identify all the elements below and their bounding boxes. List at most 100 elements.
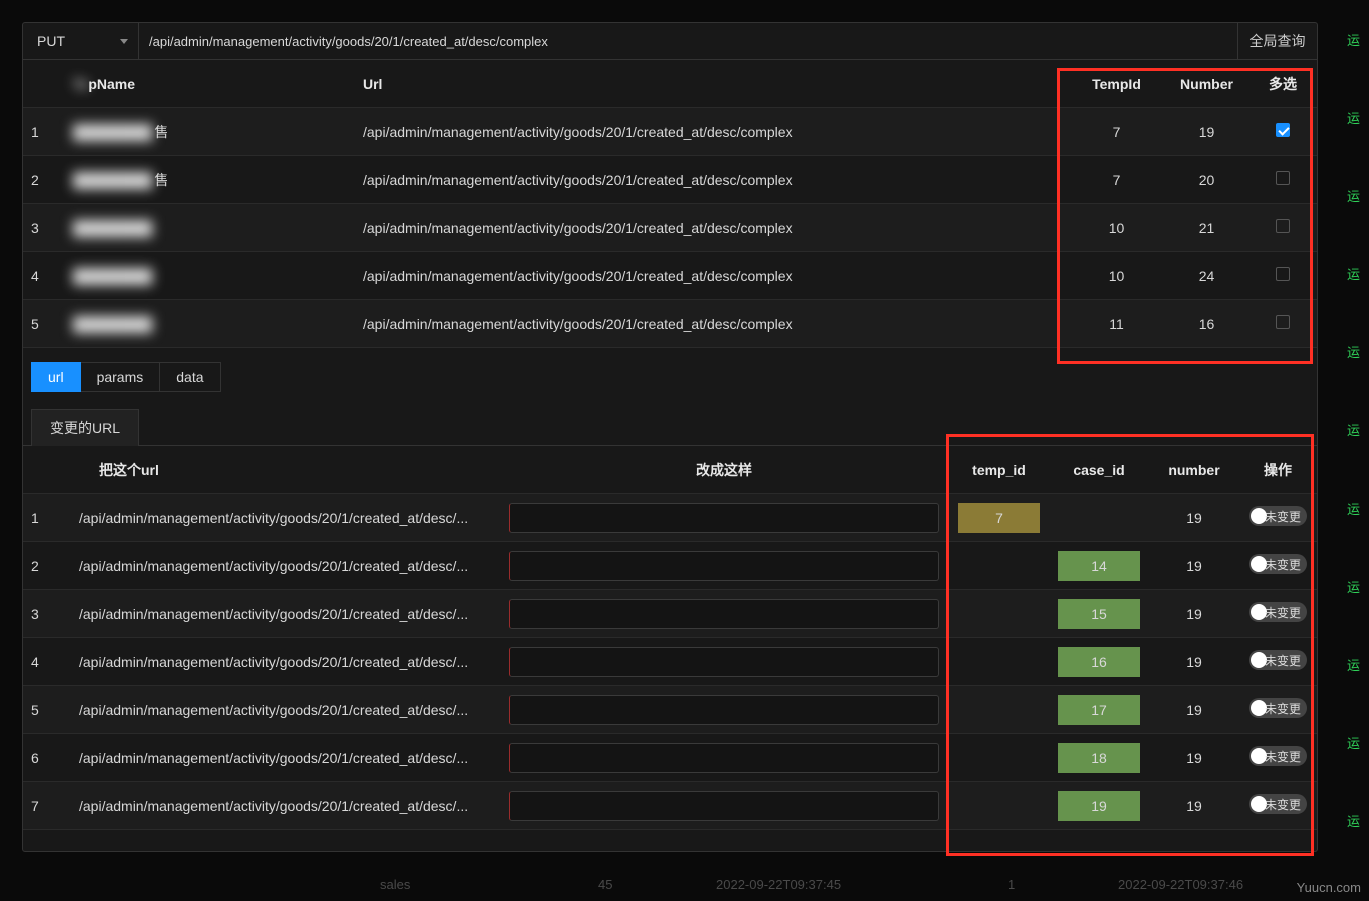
side-run-label: 运 — [1341, 108, 1369, 127]
bg-col-sales: sales — [380, 877, 410, 892]
row-index: 1 — [23, 510, 79, 526]
side-run-label: 运 — [1341, 577, 1369, 596]
tempid-cell: 7 — [958, 503, 1040, 533]
table-header: TepName Url TempId Number 多选 — [23, 60, 1317, 108]
bg-col-time2: 2022-09-22T09:37:46 — [1118, 877, 1243, 892]
col-tempid: TempId — [1069, 76, 1164, 92]
change-to-input[interactable] — [509, 695, 939, 725]
row-source-url: /api/admin/management/activity/goods/20/… — [79, 558, 509, 574]
row-index: 4 — [23, 268, 73, 284]
row-number: 20 — [1164, 172, 1249, 188]
change-to-input[interactable] — [509, 647, 939, 677]
change-switch[interactable]: 未变更 — [1249, 794, 1307, 814]
row-number: 19 — [1164, 124, 1249, 140]
tab-data[interactable]: data — [160, 362, 220, 392]
method-value: PUT — [37, 33, 65, 49]
row-name: ████████ — [73, 316, 363, 332]
side-run-label: 运 — [1341, 186, 1369, 205]
change-switch[interactable]: 未变更 — [1249, 554, 1307, 574]
caseid-cell: 19 — [1058, 791, 1140, 821]
change-switch[interactable]: 未变更 — [1249, 746, 1307, 766]
main-panel: PUT 全局查询 TepName Url TempId Number 多选 1█… — [22, 22, 1318, 852]
chevron-down-icon — [120, 39, 128, 44]
change-switch[interactable]: 未变更 — [1249, 506, 1307, 526]
row-name: ████████售 — [73, 122, 363, 142]
col-multi: 多选 — [1249, 74, 1317, 94]
change-to-input[interactable] — [509, 551, 939, 581]
row-name: ████████ — [73, 268, 363, 284]
bg-col-flag: 1 — [1008, 877, 1015, 892]
side-run-label: 运 — [1341, 733, 1369, 752]
side-run-label: 运 — [1341, 499, 1369, 518]
side-run-label: 运 — [1341, 655, 1369, 674]
col-caseid: case_id — [1049, 462, 1149, 478]
caseid-cell: 14 — [1058, 551, 1140, 581]
sub-tabs: 变更的URL — [23, 408, 1317, 446]
table-row[interactable]: 5████████/api/admin/management/activity/… — [23, 300, 1317, 348]
row-number: 19 — [1149, 750, 1239, 766]
row-source-url: /api/admin/management/activity/goods/20/… — [79, 606, 509, 622]
row-url: /api/admin/management/activity/goods/20/… — [363, 268, 1069, 284]
row-index: 1 — [23, 124, 73, 140]
table-row: 3/api/admin/management/activity/goods/20… — [23, 590, 1317, 638]
row-source-url: /api/admin/management/activity/goods/20/… — [79, 702, 509, 718]
table-row: 1/api/admin/management/activity/goods/20… — [23, 494, 1317, 542]
row-index: 2 — [23, 558, 79, 574]
row-checkbox[interactable] — [1276, 219, 1290, 233]
caseid-cell: 16 — [1058, 647, 1140, 677]
row-checkbox[interactable] — [1276, 315, 1290, 329]
table-row: 2/api/admin/management/activity/goods/20… — [23, 542, 1317, 590]
sub-tab-changed-url[interactable]: 变更的URL — [31, 409, 139, 446]
change-to-input[interactable] — [509, 791, 939, 821]
row-index: 5 — [23, 316, 73, 332]
row-index: 6 — [23, 750, 79, 766]
table-row: 6/api/admin/management/activity/goods/20… — [23, 734, 1317, 782]
row-source-url: /api/admin/management/activity/goods/20/… — [79, 510, 509, 526]
change-to-input[interactable] — [509, 599, 939, 629]
background-row: sales 45 2022-09-22T09:37:45 1 2022-09-2… — [0, 867, 1369, 901]
row-index: 5 — [23, 702, 79, 718]
row-checkbox[interactable] — [1276, 123, 1290, 137]
col-number: number — [1149, 462, 1239, 478]
col-url: Url — [363, 76, 1069, 92]
tab-url[interactable]: url — [31, 362, 81, 392]
results-table: TepName Url TempId Number 多选 1████████售/… — [23, 60, 1317, 348]
change-to-input[interactable] — [509, 503, 939, 533]
row-index: 3 — [23, 220, 73, 236]
bg-col-time1: 2022-09-22T09:37:45 — [716, 877, 841, 892]
tab-params[interactable]: params — [81, 362, 161, 392]
change-to-input[interactable] — [509, 743, 939, 773]
row-index: 3 — [23, 606, 79, 622]
row-url: /api/admin/management/activity/goods/20/… — [363, 220, 1069, 236]
request-bar: PUT 全局查询 — [23, 23, 1317, 60]
row-tempid: 10 — [1069, 268, 1164, 284]
caseid-cell: 15 — [1058, 599, 1140, 629]
tab-group: url params data — [31, 362, 1317, 392]
changes-table: 把这个url 改成这样 temp_id case_id number 操作 1/… — [23, 446, 1317, 830]
row-number: 19 — [1149, 606, 1239, 622]
row-number: 21 — [1164, 220, 1249, 236]
table-header: 把这个url 改成这样 temp_id case_id number 操作 — [23, 446, 1317, 494]
change-switch[interactable]: 未变更 — [1249, 602, 1307, 622]
col-number: Number — [1164, 76, 1249, 92]
row-checkbox[interactable] — [1276, 171, 1290, 185]
row-checkbox[interactable] — [1276, 267, 1290, 281]
table-row[interactable]: 1████████售/api/admin/management/activity… — [23, 108, 1317, 156]
row-name: ████████ — [73, 220, 363, 236]
table-row[interactable]: 2████████售/api/admin/management/activity… — [23, 156, 1317, 204]
col-op: 操作 — [1239, 460, 1317, 480]
table-row: 5/api/admin/management/activity/goods/20… — [23, 686, 1317, 734]
row-source-url: /api/admin/management/activity/goods/20/… — [79, 798, 509, 814]
row-number: 19 — [1149, 702, 1239, 718]
url-input[interactable] — [139, 23, 1237, 59]
row-number: 19 — [1149, 654, 1239, 670]
method-select[interactable]: PUT — [23, 23, 139, 59]
global-search-button[interactable]: 全局查询 — [1237, 23, 1317, 59]
table-row[interactable]: 3████████/api/admin/management/activity/… — [23, 204, 1317, 252]
side-run-label: 运 — [1341, 264, 1369, 283]
table-row[interactable]: 4████████/api/admin/management/activity/… — [23, 252, 1317, 300]
row-url: /api/admin/management/activity/goods/20/… — [363, 172, 1069, 188]
change-switch[interactable]: 未变更 — [1249, 698, 1307, 718]
change-switch[interactable]: 未变更 — [1249, 650, 1307, 670]
row-tempid: 7 — [1069, 172, 1164, 188]
